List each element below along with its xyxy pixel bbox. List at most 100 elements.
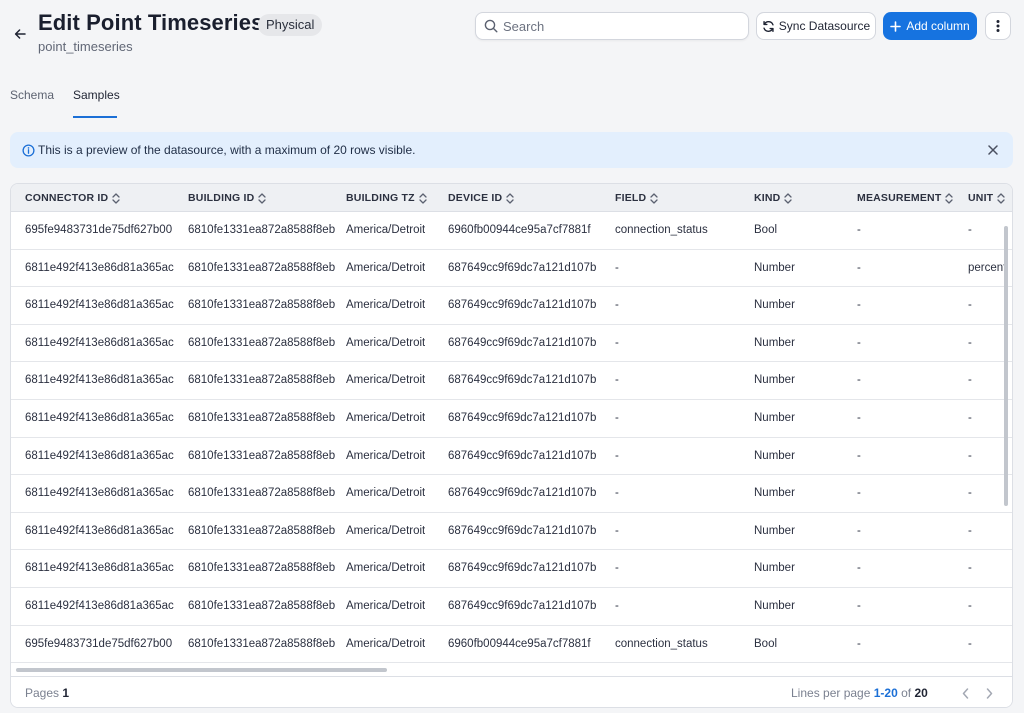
more-vertical-icon xyxy=(996,20,1000,32)
cell-unit: - xyxy=(968,412,972,424)
cell-measurement: - xyxy=(857,412,861,424)
column-header-unit[interactable]: UNIT xyxy=(968,184,1005,212)
sync-datasource-button[interactable]: Sync Datasource xyxy=(756,12,876,40)
cell-connector-id: 6811e492f413e86d81a365ac xyxy=(25,374,174,387)
sort-icon xyxy=(997,192,1005,204)
cell-measurement: - xyxy=(857,261,861,274)
cell-connector-id: 695fe9483731de75df627b00 xyxy=(25,224,173,236)
next-page-button[interactable] xyxy=(982,685,996,701)
table-header: CONNECTOR ID BUILDING ID BUILDING TZ DEVICE… xyxy=(11,184,1012,212)
horizontal-scrollbar[interactable] xyxy=(16,668,387,672)
column-header-label: KIND xyxy=(754,192,781,204)
refresh-icon xyxy=(763,20,774,32)
cell-kind: Number xyxy=(754,261,795,274)
cell-device-id: 687649cc9f69dc7a121d107b xyxy=(448,562,597,575)
cell-field: connection_status xyxy=(615,637,708,650)
cell-measurement: - xyxy=(857,299,861,312)
cell-kind: Bool xyxy=(754,224,778,236)
cell-kind: Number xyxy=(754,412,795,424)
chevron-right-icon xyxy=(986,687,992,699)
cell-building-tz: America/Detroit xyxy=(346,299,426,312)
column-header-kind[interactable]: KIND xyxy=(754,184,793,212)
lines-range[interactable]: 1-20 xyxy=(874,686,898,700)
table-row[interactable]: 6811e492f413e86d81a365ac 6810fe1331ea872a… xyxy=(11,438,1012,476)
cell-connector-id: 6811e492f413e86d81a365ac xyxy=(25,299,174,312)
column-header-building-tz[interactable]: BUILDING TZ xyxy=(346,184,427,212)
tab-schema[interactable]: Schema xyxy=(10,84,54,118)
table-row[interactable]: 695fe9483731de75df627b00 6810fe1331ea872a… xyxy=(11,212,1012,250)
table-row[interactable]: 6811e492f413e86d81a365ac 6810fe1331ea872a… xyxy=(11,287,1012,325)
cell-field: - xyxy=(615,299,619,312)
table-row[interactable]: 6811e492f413e86d81a365ac 6810fe1331ea872a… xyxy=(11,588,1012,626)
lines-total: 20 xyxy=(914,686,928,700)
column-header-label: MEASUREMENT xyxy=(857,192,942,204)
table-row[interactable]: 6811e492f413e86d81a365ac 6810fe1331ea872a… xyxy=(11,362,1012,400)
table-row[interactable]: 6811e492f413e86d81a365ac 6810fe1331ea872a… xyxy=(11,475,1012,513)
cell-unit: - xyxy=(968,299,972,312)
previous-page-button[interactable] xyxy=(958,685,972,701)
samples-table: CONNECTOR ID BUILDING ID BUILDING TZ DEVICE… xyxy=(10,183,1013,708)
cell-field: - xyxy=(615,562,619,575)
column-header-label: BUILDING TZ xyxy=(346,192,415,204)
cell-building-tz: America/Detroit xyxy=(346,412,426,424)
sort-icon xyxy=(506,192,514,204)
table-row[interactable]: 6811e492f413e86d81a365ac 6810fe1331ea872a… xyxy=(11,550,1012,588)
column-header-device-id[interactable]: DEVICE ID xyxy=(448,184,514,212)
cell-unit: - xyxy=(968,524,972,537)
column-header-label: DEVICE ID xyxy=(448,192,503,204)
vertical-scrollbar[interactable] xyxy=(1004,226,1008,506)
type-badge: Physical xyxy=(258,14,323,36)
cell-measurement: - xyxy=(857,374,861,387)
sort-icon xyxy=(419,192,427,204)
cell-unit: - xyxy=(968,374,972,387)
info-icon xyxy=(22,143,35,157)
cell-field: - xyxy=(615,336,619,349)
column-header-field[interactable]: FIELD xyxy=(615,184,658,212)
search-input[interactable] xyxy=(503,18,733,34)
cell-measurement: - xyxy=(857,600,861,612)
back-button[interactable] xyxy=(10,24,30,44)
cell-unit: - xyxy=(968,600,972,612)
cell-field: - xyxy=(615,487,619,500)
table-row[interactable]: 6811e492f413e86d81a365ac 6810fe1331ea872a… xyxy=(11,513,1012,551)
cell-measurement: - xyxy=(857,336,861,349)
cell-unit: - xyxy=(968,562,972,575)
page-title: Edit Point Timeseries xyxy=(38,10,264,35)
close-icon xyxy=(988,145,998,155)
page-header: Edit Point Timeseries Physical point_tim… xyxy=(0,0,1024,70)
cell-building-tz: America/Detroit xyxy=(346,336,426,349)
cell-unit: - xyxy=(968,637,972,650)
close-banner-button[interactable] xyxy=(985,142,1001,158)
cell-building-tz: America/Detroit xyxy=(346,261,426,274)
table-row[interactable]: 695fe9483731de75df627b00 6810fe1331ea872a… xyxy=(11,626,1012,664)
search-box[interactable] xyxy=(475,12,749,40)
table-row[interactable]: 6811e492f413e86d81a365ac 6810fe1331ea872a… xyxy=(11,325,1012,363)
cell-field: - xyxy=(615,261,619,274)
column-header-label: FIELD xyxy=(615,192,647,204)
cell-device-id: 687649cc9f69dc7a121d107b xyxy=(448,299,597,312)
column-header-measurement[interactable]: MEASUREMENT xyxy=(857,184,954,212)
sort-icon xyxy=(650,192,658,204)
pages-indicator: Pages 1 xyxy=(25,686,69,700)
cell-connector-id: 6811e492f413e86d81a365ac xyxy=(25,449,174,462)
tab-samples[interactable]: Samples xyxy=(73,84,120,118)
cell-connector-id: 6811e492f413e86d81a365ac xyxy=(25,600,174,612)
cell-field: - xyxy=(615,374,619,387)
cell-field: connection_status xyxy=(615,224,708,236)
search-icon xyxy=(484,19,498,33)
cell-device-id: 687649cc9f69dc7a121d107b xyxy=(448,487,597,500)
cell-building-tz: America/Detroit xyxy=(346,224,426,236)
chevron-left-icon xyxy=(962,687,968,699)
cell-device-id: 687649cc9f69dc7a121d107b xyxy=(448,449,597,462)
cell-building-tz: America/Detroit xyxy=(346,524,426,537)
cell-connector-id: 6811e492f413e86d81a365ac xyxy=(25,524,174,537)
cell-device-id: 687649cc9f69dc7a121d107b xyxy=(448,374,597,387)
column-header-label: UNIT xyxy=(968,192,994,204)
cell-building-id: 6810fe1331ea872a8588f8eb xyxy=(188,637,336,650)
table-row[interactable]: 6811e492f413e86d81a365ac 6810fe1331ea872a… xyxy=(11,400,1012,438)
column-header-building-id[interactable]: BUILDING ID xyxy=(188,184,267,212)
column-header-connector-id[interactable]: CONNECTOR ID xyxy=(25,184,120,212)
add-column-button[interactable]: Add column xyxy=(883,12,977,40)
more-options-button[interactable] xyxy=(985,12,1011,40)
table-row[interactable]: 6811e492f413e86d81a365ac 6810fe1331ea872a… xyxy=(11,250,1012,288)
